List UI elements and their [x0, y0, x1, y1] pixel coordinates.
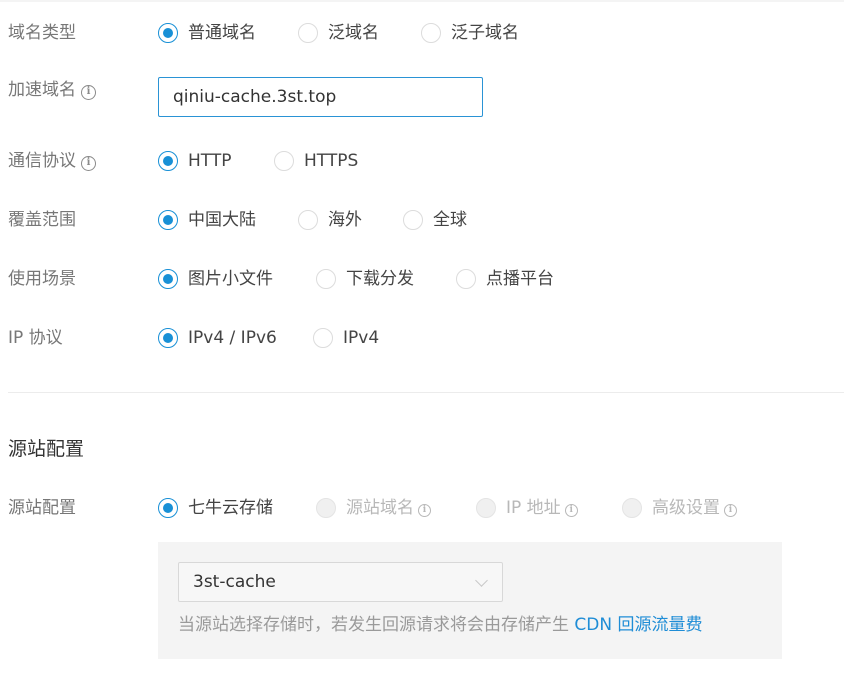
coverage-row: 覆盖范围 中国大陆 海外 全球	[0, 205, 844, 235]
radio-unchecked-icon	[298, 23, 318, 43]
accelerated-domain-input[interactable]	[158, 77, 483, 117]
radio-unchecked-icon	[421, 23, 441, 43]
info-icon[interactable]: i	[81, 85, 96, 100]
origin-section-title: 源站配置	[8, 438, 85, 460]
radio-disabled-icon	[476, 498, 496, 518]
origin-domain-radio: 源站域名 i	[316, 493, 431, 523]
info-icon[interactable]: i	[418, 504, 431, 517]
accelerated-domain-row: 加速域名 i	[0, 75, 844, 117]
radio-unchecked-icon	[298, 210, 318, 230]
radio-unchecked-icon	[316, 269, 336, 289]
origin-kodo-radio[interactable]: 七牛云存储	[158, 493, 273, 523]
radio-disabled-icon	[316, 498, 336, 518]
section-divider	[8, 392, 844, 393]
origin-storage-panel: 3st-cache 当源站选择存储时，若发生回源请求将会由存储产生 CDN 回源…	[158, 542, 782, 659]
radio-disabled-icon	[622, 498, 642, 518]
accelerated-domain-label: 加速域名 i	[8, 75, 96, 105]
radio-unchecked-icon	[274, 151, 294, 171]
origin-label: 源站配置	[8, 498, 76, 518]
info-icon[interactable]: i	[81, 156, 96, 171]
info-icon[interactable]: i	[724, 504, 737, 517]
protocol-https-radio[interactable]: HTTPS	[274, 146, 358, 176]
bucket-select-value: 3st-cache	[193, 572, 276, 592]
scenario-label: 使用场景	[8, 269, 76, 289]
top-divider	[0, 0, 844, 2]
scenario-download-radio[interactable]: 下载分发	[316, 264, 414, 294]
origin-advanced-radio: 高级设置 i	[622, 493, 737, 523]
radio-unchecked-icon	[403, 210, 423, 230]
radio-checked-icon	[158, 151, 178, 171]
radio-checked-icon	[158, 269, 178, 289]
radio-checked-icon	[158, 328, 178, 348]
origin-row: 源站配置 七牛云存储 源站域名 i IP 地址 i 高级设置 i	[0, 493, 844, 523]
coverage-global-radio[interactable]: 全球	[403, 205, 467, 235]
scenario-row: 使用场景 图片小文件 下载分发 点播平台	[0, 264, 844, 294]
radio-unchecked-icon	[313, 328, 333, 348]
domain-type-normal-radio[interactable]: 普通域名	[158, 18, 256, 48]
ip-protocol-dual-radio[interactable]: IPv4 / IPv6	[158, 323, 277, 353]
protocol-http-radio[interactable]: HTTP	[158, 146, 232, 176]
ip-protocol-row: IP 协议 IPv4 / IPv6 IPv4	[0, 323, 844, 353]
origin-hint: 当源站选择存储时，若发生回源请求将会由存储产生 CDN 回源流量费	[178, 615, 703, 635]
bucket-select[interactable]: 3st-cache	[178, 562, 503, 602]
protocol-row: 通信协议 i HTTP HTTPS	[0, 146, 844, 176]
scenario-vod-radio[interactable]: 点播平台	[456, 264, 554, 294]
coverage-mainland-radio[interactable]: 中国大陆	[158, 205, 256, 235]
domain-type-label: 域名类型	[8, 23, 76, 43]
chevron-down-icon	[475, 574, 488, 587]
radio-checked-icon	[158, 23, 178, 43]
info-icon[interactable]: i	[564, 504, 578, 517]
domain-type-row: 域名类型 普通域名 泛域名 泛子域名	[0, 18, 844, 48]
coverage-overseas-radio[interactable]: 海外	[298, 205, 362, 235]
coverage-label: 覆盖范围	[8, 210, 76, 230]
radio-checked-icon	[158, 210, 178, 230]
ip-protocol-label: IP 协议	[8, 328, 63, 348]
cdn-origin-traffic-fee-link[interactable]: CDN 回源流量费	[574, 615, 702, 635]
radio-checked-icon	[158, 498, 178, 518]
ip-protocol-ipv4-radio[interactable]: IPv4	[313, 323, 379, 353]
scenario-small-files-radio[interactable]: 图片小文件	[158, 264, 273, 294]
protocol-label: 通信协议 i	[8, 146, 96, 176]
domain-type-wildcard-sub-radio[interactable]: 泛子域名	[421, 18, 519, 48]
radio-unchecked-icon	[456, 269, 476, 289]
domain-type-wildcard-radio[interactable]: 泛域名	[298, 18, 379, 48]
origin-ip-radio: IP 地址 i	[476, 493, 578, 523]
